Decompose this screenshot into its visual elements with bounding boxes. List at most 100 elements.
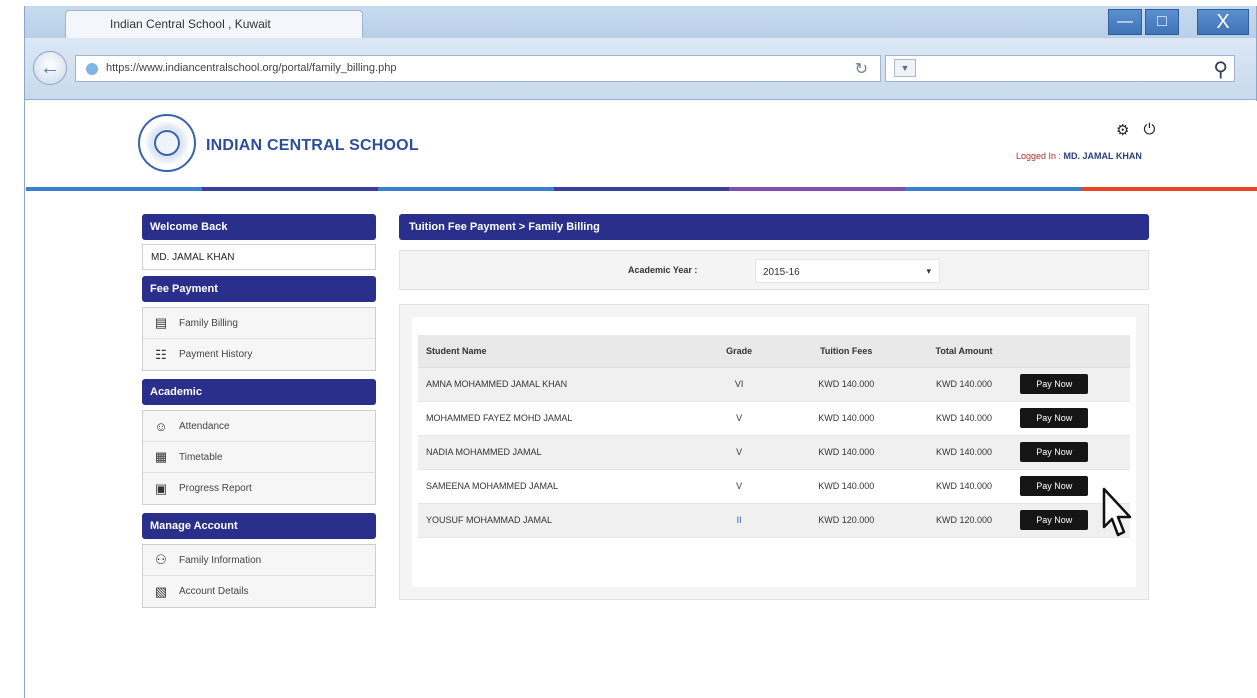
search-input[interactable]: ▼ ⚲ [885, 55, 1235, 82]
account-icon: ▧ [154, 583, 168, 599]
favicon-icon [86, 63, 98, 75]
color-bar-segment [1081, 187, 1257, 191]
navigation-bar: ← https://www.indiancentralschool.org/po… [25, 38, 1256, 100]
billing-table: Student Name Grade Tuition Fees Total Amoun… [418, 335, 1130, 538]
address-input[interactable]: https://www.indiancentralschool.org/port… [75, 55, 881, 82]
search-provider-icon[interactable]: ▼ [894, 59, 916, 77]
search-icon[interactable]: ⚲ [1213, 57, 1228, 82]
tuition-fees-cell: KWD 120.000 [776, 503, 916, 538]
total-amount-cell: KWD 140.000 [915, 367, 1013, 402]
total-amount-cell: KWD 140.000 [915, 435, 1013, 470]
minimize-button[interactable]: — [1108, 9, 1142, 35]
sidebar-section-heading: Fee Payment [142, 276, 376, 302]
logo-emblem [154, 130, 180, 156]
color-bar-segment [377, 187, 554, 191]
logged-user: MD. JAMAL KHAN [1063, 151, 1142, 161]
billing-panel: Student Name Grade Tuition Fees Total Amoun… [399, 304, 1149, 600]
sidebar-item-label: Family Information [179, 554, 262, 566]
welcome-heading: Welcome Back [142, 214, 376, 240]
tuition-fees-cell-text: KWD 140.000 [818, 413, 875, 423]
sidebar-item-label: Account Details [179, 586, 249, 597]
browser-tab[interactable]: Indian Central School , Kuwait [65, 10, 363, 38]
web-page: INDIAN CENTRAL SCHOOL ⚙ ⏻ Logged In : MD… [26, 101, 1257, 698]
sidebar-item[interactable]: ⚇ Family Information [143, 545, 375, 576]
grade-cell-text: V [736, 413, 743, 423]
close-button[interactable]: X [1197, 9, 1249, 35]
table-body: AMNA MOHAMMED JAMAL KHAN VI KWD 140.000 KWD… [418, 367, 1130, 538]
grade-cell: V [701, 469, 777, 504]
sidebar-section-items: ▤ Family Billing ☷ Payment History [142, 307, 376, 371]
sidebar-item-label: Attendance [179, 420, 230, 432]
timetable-icon: ▦ [154, 449, 168, 464]
main-content: Tuition Fee Payment > Family Billing Aca… [399, 214, 1149, 600]
header-color-bar [26, 187, 1257, 191]
grade-cell-text: V [736, 481, 743, 491]
student-name-cell-text: YOUSUF MOHAMMAD JAMAL [426, 515, 553, 525]
user-name: MD. JAMAL KHAN [142, 244, 376, 270]
student-name-cell-text: MOHAMMED FAYEZ MOHD JAMAL [426, 413, 573, 423]
academic-year-select[interactable]: 2015-16 ▾ [755, 259, 940, 283]
student-name-cell-text: AMNA MOHAMMED JAMAL KHAN [426, 379, 568, 389]
color-bar-segment [729, 187, 906, 191]
student-name-cell: MOHAMMED FAYEZ MOHD JAMAL [418, 401, 702, 436]
logged-prefix: Logged In : [1016, 151, 1064, 161]
sidebar-section-items: ⚇ Family Information ▧ Account Details [142, 544, 376, 608]
chevron-down-icon: ▾ [926, 266, 931, 276]
school-logo [138, 114, 196, 172]
sidebar-item-label: Progress Report [179, 483, 252, 494]
total-amount-cell: KWD 120.000 [915, 503, 1013, 538]
pay-now-button[interactable]: Pay Now [1020, 374, 1089, 394]
total-amount-cell: KWD 140.000 [915, 401, 1013, 436]
tuition-fees-cell: KWD 140.000 [776, 367, 916, 402]
table-header-cell: Total Amount [915, 335, 1013, 368]
sidebar-item[interactable]: ▦ Timetable [143, 442, 375, 473]
table-header-cell [1012, 335, 1130, 368]
settings-icon[interactable]: ⚙ [1116, 121, 1129, 139]
tuition-fees-cell-text: KWD 140.000 [818, 447, 875, 457]
maximize-button[interactable]: □ [1145, 9, 1179, 35]
sidebar-item[interactable]: ▣ Progress Report [143, 473, 375, 504]
tuition-fees-cell: KWD 140.000 [776, 469, 916, 504]
pay-now-button[interactable]: Pay Now [1020, 510, 1089, 530]
student-name-cell: YOUSUF MOHAMMAD JAMAL [418, 503, 702, 538]
grade-cell-text: V [736, 447, 743, 457]
total-amount-cell-text: KWD 140.000 [936, 447, 993, 457]
refresh-icon[interactable]: ↻ [855, 59, 868, 79]
student-name-cell: SAMEENA MOHAMMED JAMAL [418, 469, 702, 504]
student-name-cell-text: SAMEENA MOHAMMED JAMAL [426, 481, 559, 491]
pay-now-button[interactable]: Pay Now [1020, 408, 1089, 428]
action-cell: Pay Now [1012, 401, 1130, 436]
student-name-cell: NADIA MOHAMMED JAMAL [418, 435, 702, 470]
sidebar-section-items: ☺ Attendance ▦ Timetable ▣ Progress Report [142, 410, 376, 505]
student-name-cell-text: NADIA MOHAMMED JAMAL [426, 447, 542, 457]
site-title: INDIAN CENTRAL SCHOOL [206, 137, 419, 154]
sidebar-item[interactable]: ☺ Attendance [143, 411, 375, 442]
power-icon[interactable]: ⏻ [1143, 121, 1155, 139]
table-header-cell: Grade [701, 335, 777, 368]
sidebar-item[interactable]: ▤ Family Billing [143, 308, 375, 339]
color-bar-segment [553, 187, 730, 191]
year-value: 2015-16 [763, 267, 800, 278]
pay-now-button[interactable]: Pay Now [1020, 442, 1089, 462]
tuition-fees-cell: KWD 140.000 [776, 401, 916, 436]
sidebar-item-label: Timetable [179, 451, 223, 463]
year-label: Academic Year : [628, 265, 698, 275]
sidebar-item[interactable]: ☷ Payment History [143, 339, 375, 370]
grade-cell: VI [701, 367, 777, 402]
billing-icon: ▤ [154, 315, 168, 330]
sidebar-item-label: Payment History [179, 349, 253, 360]
tuition-fees-cell-text: KWD 120.000 [818, 515, 875, 525]
history-icon: ☷ [155, 346, 167, 362]
table-row: MOHAMMED FAYEZ MOHD JAMAL V KWD 140.000 KWD… [418, 401, 1130, 436]
url-text: https://www.indiancentralschool.org/port… [106, 62, 397, 74]
back-arrow-icon[interactable]: ← [33, 51, 67, 85]
sidebar-item[interactable]: ▧ Account Details [143, 576, 375, 607]
tuition-fees-cell-text: KWD 140.000 [818, 379, 875, 389]
table-row: NADIA MOHAMMED JAMAL V KWD 140.000 KWD 140.… [418, 435, 1130, 470]
table-header-cell: Student Name [418, 335, 702, 368]
total-amount-cell-text: KWD 120.000 [936, 515, 993, 525]
logged-in-text: Logged In : MD. JAMAL KHAN [1016, 151, 1142, 161]
table-row: YOUSUF MOHAMMAD JAMAL II KWD 120.000 KWD 12… [418, 503, 1130, 538]
pay-now-button[interactable]: Pay Now [1020, 476, 1089, 496]
tuition-fees-cell: KWD 140.000 [776, 435, 916, 470]
